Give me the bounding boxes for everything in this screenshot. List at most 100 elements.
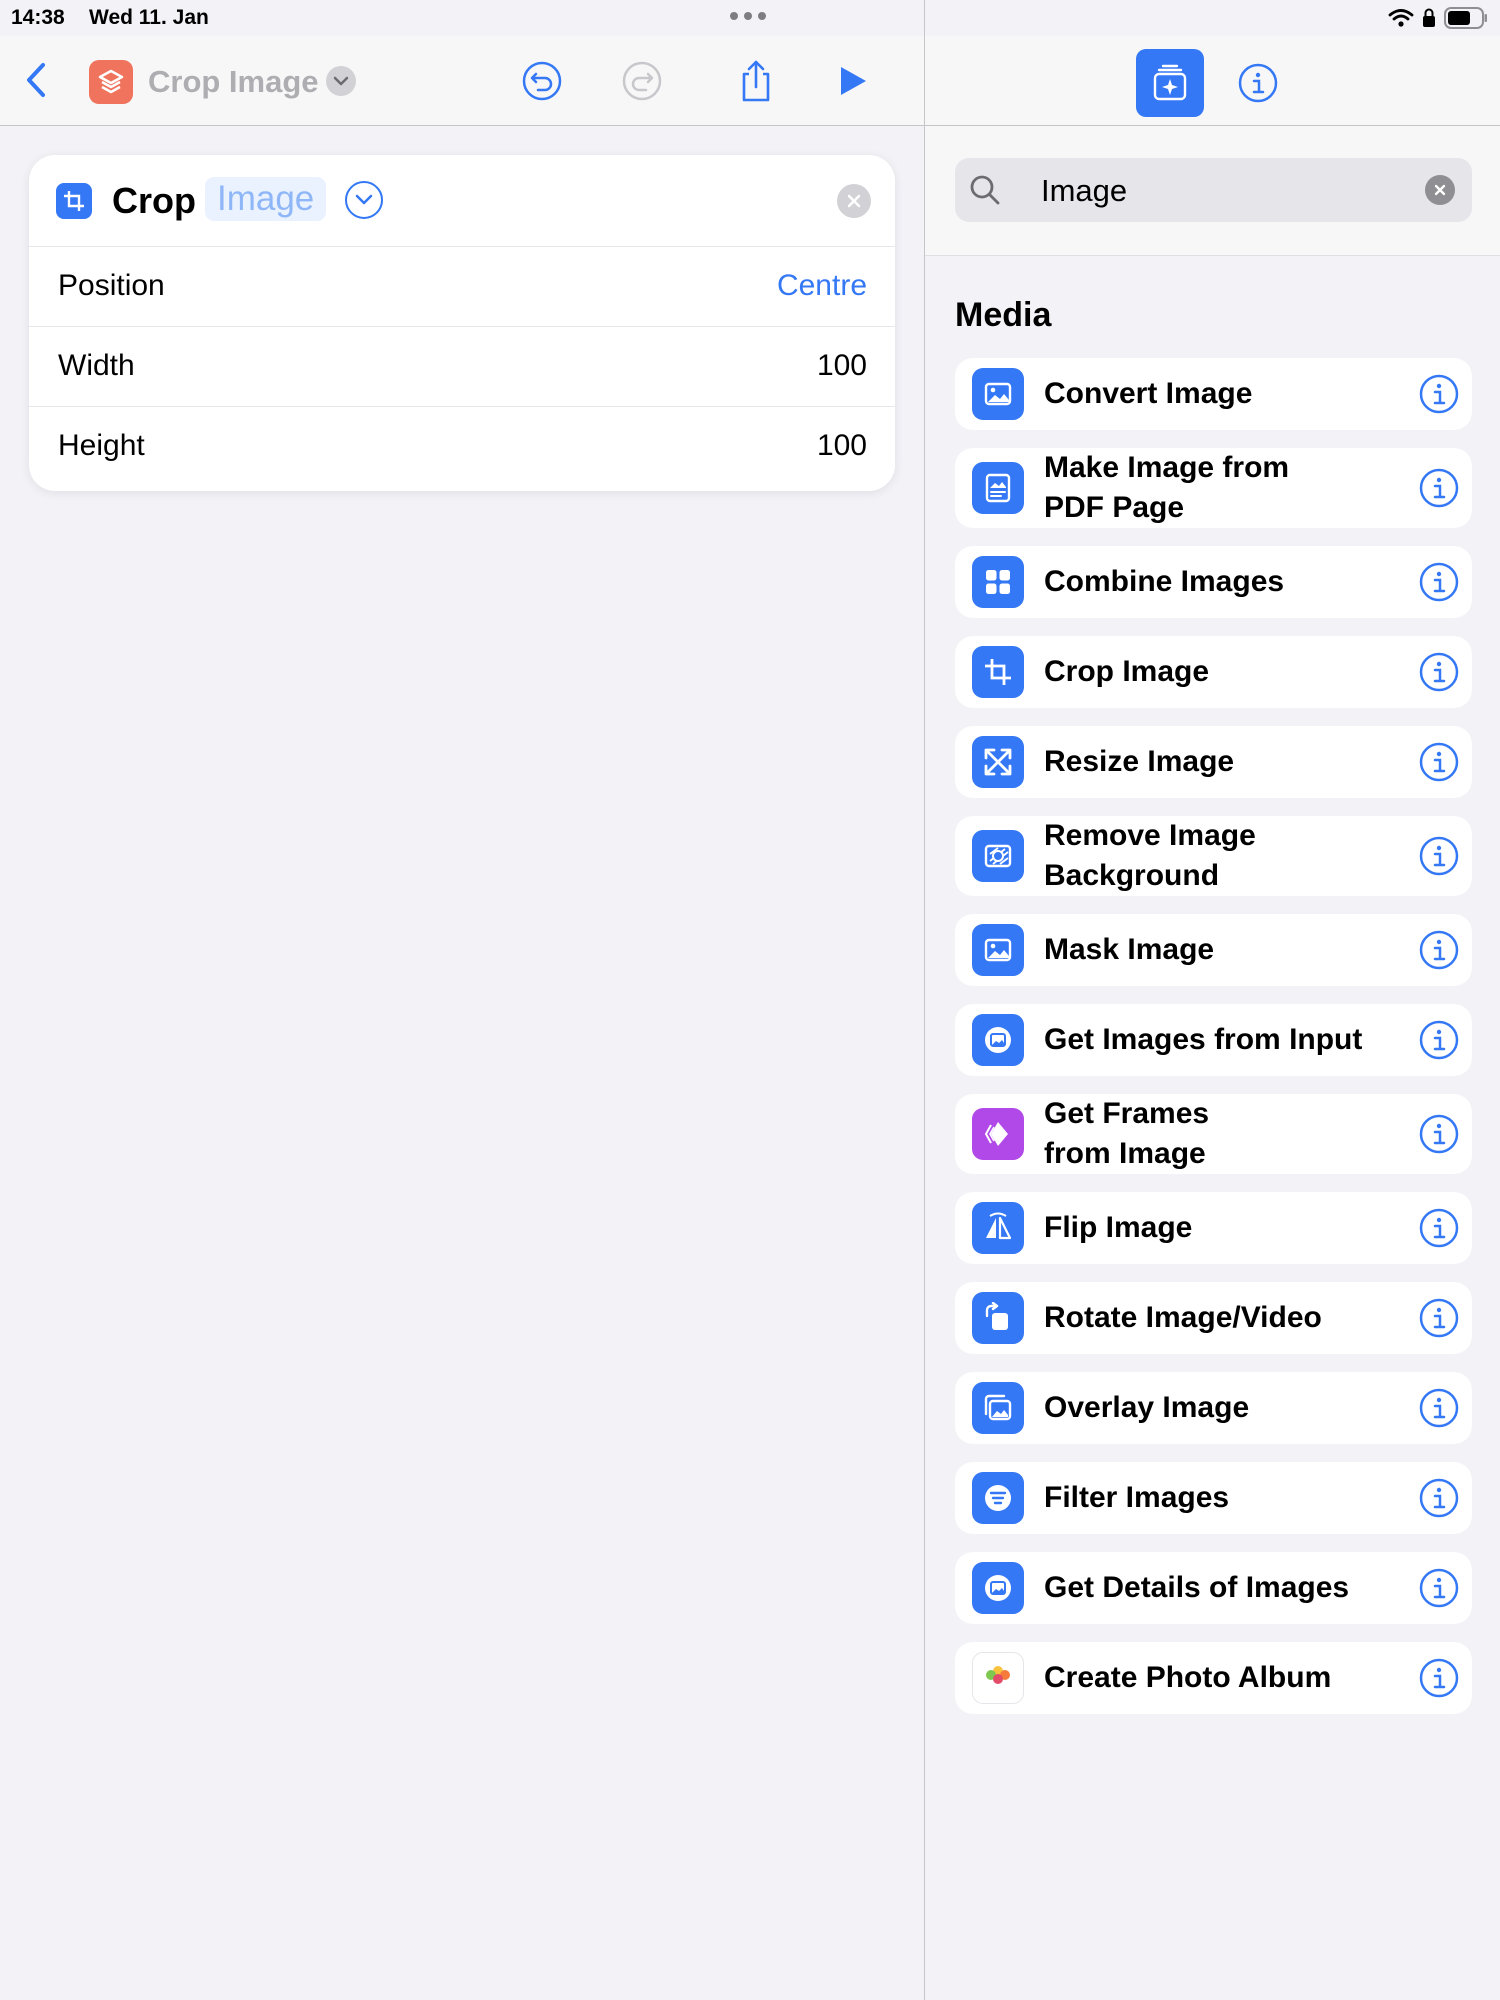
action-label-line: Mask Image	[1044, 933, 1215, 966]
action-list-item[interactable]: Create Photo Album	[955, 1642, 1472, 1714]
param-row-height[interactable]: Height 100	[29, 407, 895, 487]
action-info-button[interactable]	[1416, 1111, 1462, 1157]
action-info-button[interactable]	[1416, 1475, 1462, 1521]
action-label-line: Convert Image	[1044, 377, 1253, 410]
action-list-item[interactable]: Convert Image	[955, 358, 1472, 430]
clear-search-button[interactable]	[1425, 175, 1455, 205]
status-icons	[1388, 7, 1488, 29]
photo-circle-icon	[972, 1014, 1024, 1066]
expand-action-button[interactable]	[345, 181, 383, 219]
battery-icon	[1444, 7, 1487, 29]
action-list-item[interactable]: Flip Image	[955, 1192, 1472, 1264]
action-label: Convert Image	[1044, 374, 1252, 414]
status-time: 14:38	[11, 6, 65, 29]
info-icon	[1419, 1658, 1459, 1698]
action-info-button[interactable]	[1416, 739, 1462, 785]
editor-nav-bar: Crop Image	[0, 36, 924, 126]
info-icon	[1419, 1298, 1459, 1338]
info-icon	[1419, 836, 1459, 876]
multitasking-menu-icon[interactable]	[730, 12, 766, 20]
action-list-item[interactable]: Get Images from Input	[955, 1004, 1472, 1076]
param-row-position[interactable]: Position Centre	[29, 247, 895, 327]
crop-action-card[interactable]: Crop Image Position Centre Width 100 Hei…	[29, 155, 895, 491]
chevron-left-icon	[27, 63, 45, 97]
action-list-item[interactable]: Remove Image Background	[955, 816, 1472, 896]
search-input[interactable]: Image	[1041, 173, 1127, 209]
action-list-item[interactable]: Mask Image	[955, 914, 1472, 986]
action-label: Rotate Image/Video	[1044, 1298, 1322, 1338]
action-info-button[interactable]	[1416, 1385, 1462, 1431]
action-list-item[interactable]: Crop Image	[955, 636, 1472, 708]
width-value[interactable]: 100	[817, 349, 867, 383]
action-label: Combine Images	[1044, 562, 1284, 602]
action-info-button[interactable]	[1416, 465, 1462, 511]
run-button[interactable]	[829, 58, 875, 104]
action-label-line: PDF Page	[1044, 491, 1185, 524]
action-info-button[interactable]	[1416, 1565, 1462, 1611]
action-info-button[interactable]	[1416, 1017, 1462, 1063]
remove-background-icon	[972, 830, 1024, 882]
action-label: Make Image from PDF Page	[1044, 448, 1289, 528]
position-value[interactable]: Centre	[777, 269, 867, 303]
action-list-item[interactable]: Combine Images	[955, 546, 1472, 618]
library-sparkle-icon	[1153, 64, 1187, 101]
info-icon	[1419, 742, 1459, 782]
action-info-button[interactable]	[1416, 1655, 1462, 1701]
action-list-item[interactable]: Resize Image	[955, 726, 1472, 798]
action-info-button[interactable]	[1416, 927, 1462, 973]
shortcut-title[interactable]: Crop Image	[148, 64, 319, 100]
action-label: Filter Images	[1044, 1478, 1229, 1518]
action-label-line: Background	[1044, 859, 1220, 892]
action-info-button[interactable]	[1416, 559, 1462, 605]
action-info-button[interactable]	[1416, 833, 1462, 879]
title-menu-button[interactable]	[326, 66, 356, 96]
search-icon	[970, 175, 1000, 205]
chevron-down-icon	[333, 76, 349, 86]
photo-icon	[972, 368, 1024, 420]
action-list-item[interactable]: Get Frames from Image	[955, 1094, 1472, 1174]
action-library-button[interactable]	[1136, 49, 1204, 117]
undo-button[interactable]	[519, 58, 565, 104]
action-label-line: from Image	[1044, 1137, 1206, 1170]
action-list-item[interactable]: Filter Images	[955, 1462, 1472, 1534]
info-icon	[1419, 562, 1459, 602]
action-info-button[interactable]	[1416, 1205, 1462, 1251]
back-button[interactable]	[18, 58, 54, 102]
action-list-item[interactable]: Rotate Image/Video	[955, 1282, 1472, 1354]
redo-button[interactable]	[619, 58, 665, 104]
action-label: Overlay Image	[1044, 1388, 1249, 1428]
filter-icon	[972, 1472, 1024, 1524]
action-list-item[interactable]: Make Image from PDF Page	[955, 448, 1472, 528]
play-icon	[841, 67, 866, 95]
action-label-line: Rotate Image/Video	[1044, 1301, 1322, 1334]
action-title: Crop	[112, 180, 196, 221]
info-icon	[1238, 63, 1278, 103]
action-label: Get Details of Images	[1044, 1568, 1349, 1608]
param-row-width[interactable]: Width 100	[29, 327, 895, 407]
image-variable-token[interactable]: Image	[205, 177, 327, 221]
action-label-line: Filter Images	[1044, 1481, 1230, 1514]
action-list-item[interactable]: Get Details of Images	[955, 1552, 1472, 1624]
shortcut-details-button[interactable]	[1233, 58, 1283, 108]
action-label: Get Images from Input	[1044, 1020, 1362, 1060]
photo-circle-icon	[972, 1562, 1024, 1614]
height-value[interactable]: 100	[817, 429, 867, 463]
search-field[interactable]: Image	[955, 158, 1472, 222]
status-date: Wed 11. Jan	[89, 6, 209, 29]
action-info-button[interactable]	[1416, 649, 1462, 695]
action-label: Get Frames from Image	[1044, 1094, 1209, 1174]
library-toolbar	[925, 36, 1500, 126]
action-list-item[interactable]: Overlay Image	[955, 1372, 1472, 1444]
crop-icon	[56, 183, 92, 219]
status-bar: 14:38 Wed 11. Jan	[0, 0, 1500, 36]
search-area: Image	[925, 126, 1500, 256]
action-label: Remove Image Background	[1044, 816, 1256, 896]
wifi-icon	[1388, 9, 1414, 27]
action-info-button[interactable]	[1416, 371, 1462, 417]
remove-action-button[interactable]	[837, 184, 871, 218]
share-button[interactable]	[733, 58, 779, 104]
shortcut-icon[interactable]	[89, 60, 133, 104]
action-label-line: Remove Image	[1044, 819, 1256, 852]
action-info-button[interactable]	[1416, 1295, 1462, 1341]
layers-icon	[98, 69, 124, 94]
